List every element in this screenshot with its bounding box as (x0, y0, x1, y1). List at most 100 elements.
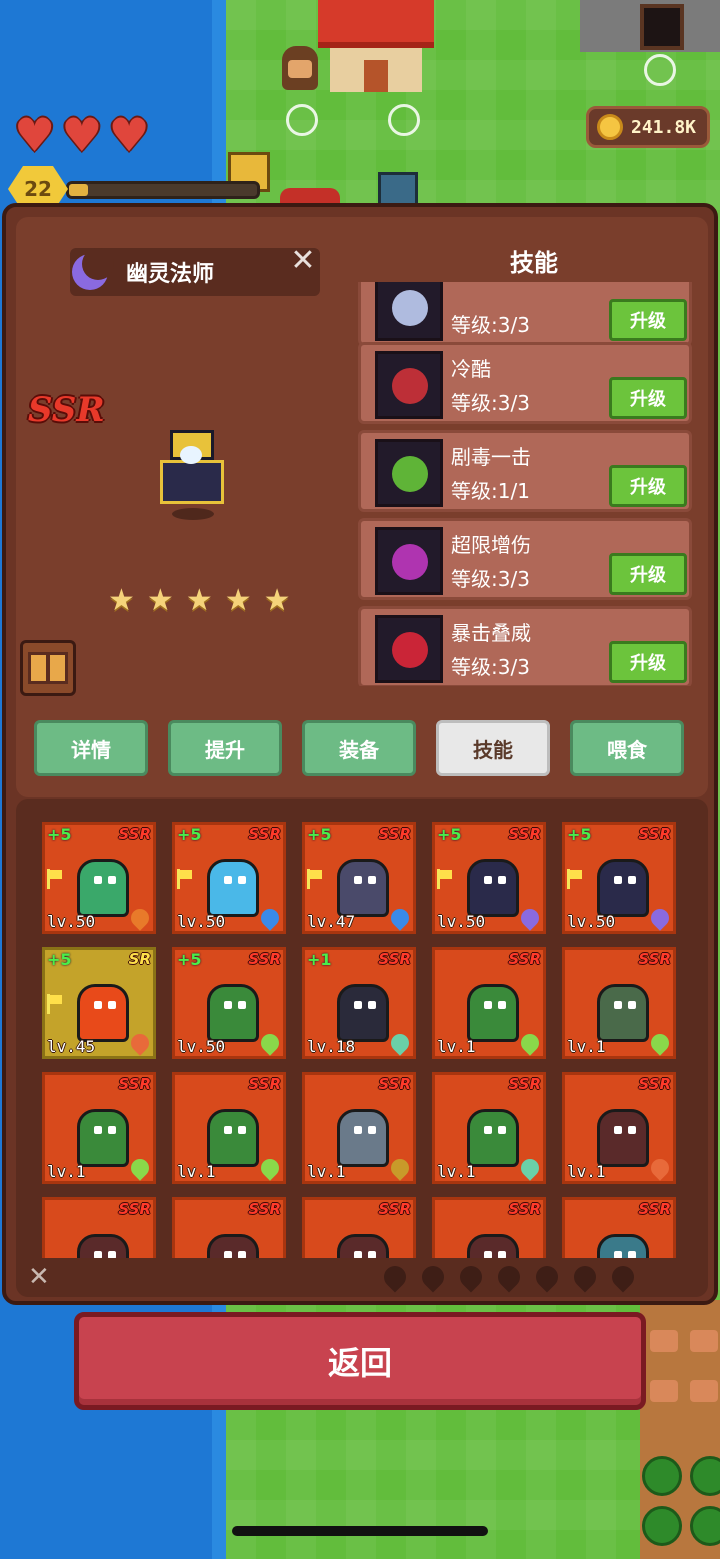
element-filter-icon[interactable] (493, 1261, 525, 1293)
monster-sprite (597, 1234, 649, 1258)
tab-4[interactable]: 喂食 (570, 720, 684, 776)
close-icon[interactable]: ✕ (288, 246, 318, 276)
upgrade-plus: +5 (47, 950, 72, 969)
hero-level: lv.50 (177, 912, 226, 931)
rarity-tag: SSR (248, 1200, 281, 1218)
upgrade-button[interactable]: 升级 (609, 377, 687, 419)
element-icon (387, 1155, 413, 1181)
monster-sprite (467, 984, 519, 1042)
blue-building[interactable] (378, 172, 418, 206)
rarity-tag: SSR (378, 825, 411, 843)
hero-card[interactable]: +5 SSR lv.47 (302, 822, 416, 934)
back-button[interactable]: 返回 (74, 1312, 646, 1410)
deployed-flag-icon (565, 869, 583, 889)
sword-slash-icon (375, 282, 443, 341)
hero-card[interactable]: SSR lv.1 (172, 1072, 286, 1184)
empty-slot-marker[interactable] (388, 104, 420, 136)
rarity-tag: SSR (378, 950, 411, 968)
element-icon (387, 1030, 413, 1056)
hero-card[interactable]: +5 SSR lv.50 (432, 822, 546, 934)
tab-0[interactable]: 详情 (34, 720, 148, 776)
hero-card[interactable]: SSR lv.1 (432, 947, 546, 1059)
hero-card[interactable]: +5 SR lv.45 (42, 947, 156, 1059)
rarity-tag: SSR (248, 1075, 281, 1093)
element-filter-icon[interactable] (417, 1261, 449, 1293)
element-filter-icon[interactable] (531, 1261, 563, 1293)
upgrade-button[interactable]: 升级 (609, 641, 687, 683)
element-filter-icon[interactable] (379, 1261, 411, 1293)
element-filter-icon[interactable] (569, 1261, 601, 1293)
hero-card[interactable]: +1 SSR lv.18 (302, 947, 416, 1059)
skill-name: 剧毒一击 (451, 445, 531, 469)
deployed-flag-icon (45, 994, 63, 1014)
element-filter-icon[interactable] (455, 1261, 487, 1293)
skill-level: 等级:3/3 (451, 567, 530, 591)
monster-sprite (207, 859, 259, 917)
hero-card[interactable]: SSR lv.1 (302, 1072, 416, 1184)
hero-card[interactable]: SSR lv.1 (562, 1072, 676, 1184)
hero-card[interactable]: SSR lv.1 (42, 1072, 156, 1184)
rarity-tag: SR (128, 950, 151, 968)
tab-2[interactable]: 装备 (302, 720, 416, 776)
hero-card[interactable]: +5 SSR lv.50 (562, 822, 676, 934)
hero-card[interactable]: SSR (42, 1197, 156, 1258)
skill-level: 等级:3/3 (451, 391, 530, 415)
health-hearts: ♥ ♥ ♥ (14, 112, 150, 158)
tab-1[interactable]: 提升 (168, 720, 282, 776)
empty-slot-marker[interactable] (644, 54, 676, 86)
monster-sprite (207, 1109, 259, 1167)
empty-slot-marker[interactable] (286, 104, 318, 136)
hero-card[interactable]: SSR lv.1 (562, 947, 676, 1059)
rarity-badge: SSR (28, 390, 105, 430)
home-indicator[interactable] (232, 1526, 488, 1536)
skill-list[interactable]: 等级:3/3 升级 冷酷 等级:3/3 升级 剧毒一击 等级:1/1 升级 超限增伤 等级:3/3… (358, 282, 692, 686)
hero-card[interactable]: SSR (302, 1197, 416, 1258)
upgrade-button[interactable]: 升级 (609, 553, 687, 595)
hero-card[interactable]: +5 SSR lv.50 (172, 947, 286, 1059)
hero-card[interactable]: SSR (432, 1197, 546, 1258)
deployed-flag-icon (435, 869, 453, 889)
skill-name: 冷酷 (451, 357, 491, 381)
star-icon: ★ (108, 583, 135, 618)
heart-icon: ♥ (61, 108, 103, 162)
hero-level: lv.45 (47, 1037, 96, 1056)
book-button[interactable] (20, 640, 76, 696)
hero-card[interactable]: SSR (562, 1197, 676, 1258)
hero-sprite (150, 430, 234, 526)
element-icon (257, 1030, 283, 1056)
tab-3[interactable]: 技能 (436, 720, 550, 776)
element-icon (127, 905, 153, 931)
skill-name: 暴击叠威 (451, 621, 531, 645)
hero-card[interactable]: +5 SSR lv.50 (172, 822, 286, 934)
monster-sprite (467, 859, 519, 917)
monster-sprite (467, 1234, 519, 1258)
coin-counter[interactable]: 241.8K (586, 106, 710, 148)
book-icon (28, 652, 68, 684)
element-icon (517, 905, 543, 931)
house-building[interactable] (318, 0, 434, 92)
hero-card[interactable]: SSR (172, 1197, 286, 1258)
hero-level: lv.1 (567, 1162, 606, 1181)
skill-level: 等级:3/3 (451, 313, 530, 337)
element-filter-icon[interactable] (607, 1261, 639, 1293)
clear-filter-icon[interactable]: ✕ (28, 1262, 50, 1292)
upgrade-plus: +5 (437, 825, 462, 844)
star-icon: ★ (146, 583, 174, 618)
hero-roster-grid[interactable]: +5 SSR lv.50 +5 SSR lv.50 +5 SSR lv.47 +5 SSR lv.50… (42, 822, 682, 1258)
monster-sprite (207, 984, 259, 1042)
upgrade-plus: +5 (307, 825, 332, 844)
rarity-tag: SSR (378, 1200, 411, 1218)
upgrade-button[interactable]: 升级 (609, 299, 687, 341)
heart-icon: ♥ (108, 108, 150, 162)
element-icon (387, 905, 413, 931)
skill-name: 超限增伤 (451, 533, 531, 557)
mine-entrance[interactable] (580, 0, 720, 52)
hero-level: lv.1 (437, 1162, 476, 1181)
hero-card[interactable]: SSR lv.1 (432, 1072, 546, 1184)
upgrade-plus: +5 (47, 825, 72, 844)
skill-row: 等级:3/3 升级 (358, 282, 692, 346)
rarity-tag: SSR (118, 825, 151, 843)
villager-character[interactable] (282, 46, 318, 90)
hero-card[interactable]: +5 SSR lv.50 (42, 822, 156, 934)
upgrade-button[interactable]: 升级 (609, 465, 687, 507)
